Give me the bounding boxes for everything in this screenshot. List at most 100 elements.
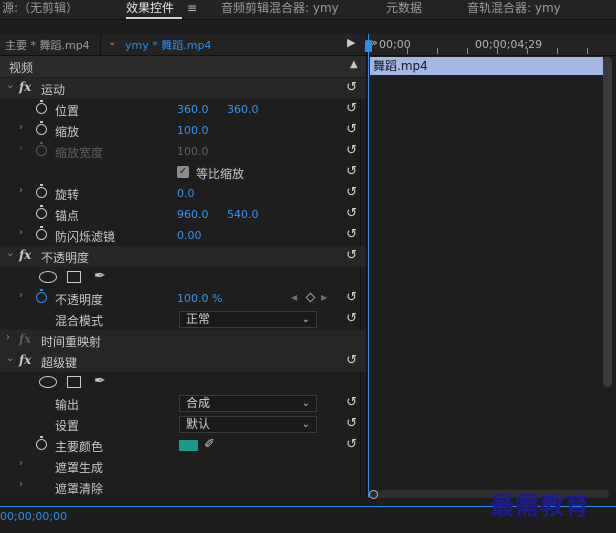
chevron-down-icon: ⌄ — [301, 314, 310, 325]
stopwatch-icon[interactable] — [36, 121, 47, 135]
clip-selector-bar: 主要 * 舞蹈.mp4 ymy * 舞蹈.mp4 ⌄ ▶ — [0, 34, 366, 56]
scale-label: 缩放 — [55, 125, 80, 139]
motion-title: 运动 — [41, 83, 66, 97]
stopwatch-icon[interactable] — [36, 184, 47, 198]
ultra-key-mask-row: ✒ — [0, 372, 366, 393]
reset-icon[interactable]: ↺ — [346, 417, 357, 430]
position-x-value[interactable]: 360.0 — [177, 103, 209, 116]
reset-icon[interactable]: ↺ — [346, 228, 357, 241]
playhead-handle[interactable] — [365, 40, 372, 52]
matte-generation-row[interactable]: › 遮罩生成 — [0, 456, 366, 477]
blend-mode-dropdown[interactable]: 正常 ⌄ — [179, 311, 317, 328]
eyedropper-icon[interactable]: ✐ — [204, 437, 215, 452]
reset-icon[interactable]: ↺ — [346, 102, 357, 115]
reset-icon[interactable]: ↺ — [346, 312, 357, 325]
next-keyframe-icon[interactable]: ▶ — [321, 293, 327, 302]
stopwatch-icon[interactable] — [36, 226, 47, 240]
anchor-label: 锚点 — [55, 209, 80, 223]
timeline-clip[interactable]: 舞蹈.mp4 — [370, 57, 603, 75]
reset-icon[interactable]: ↺ — [346, 81, 357, 94]
settings-dropdown[interactable]: 默认 ⌄ — [179, 416, 317, 433]
tab-source[interactable]: 源:（无剪辑） — [2, 0, 78, 19]
ultra-key-section-row[interactable]: ⌄ fx 超级键 ↺ — [0, 351, 366, 372]
anchor-y-value[interactable]: 540.0 — [227, 208, 259, 221]
chevron-right-icon[interactable]: › — [19, 227, 23, 238]
playhead-line[interactable] — [368, 34, 369, 498]
time-remap-section-row[interactable]: › fx 时间重映射 — [0, 330, 366, 351]
chevron-down-icon[interactable]: ⌄ — [6, 80, 14, 91]
ellipse-mask-icon[interactable] — [39, 271, 57, 283]
sequence-clip-label[interactable]: ymy * 舞蹈.mp4 — [125, 37, 211, 53]
key-color-swatch[interactable] — [179, 440, 198, 451]
reset-icon[interactable]: ↺ — [346, 186, 357, 199]
chevron-right-icon[interactable]: › — [6, 332, 10, 343]
matte-cleanup-label: 遮罩清除 — [55, 482, 104, 496]
watermark-logo: 最需教育 — [490, 491, 590, 520]
chevron-down-icon: ⌄ — [301, 419, 310, 430]
reset-icon[interactable]: ↺ — [346, 207, 357, 220]
opacity-section-row[interactable]: ⌄ fx 不透明度 ↺ — [0, 246, 366, 267]
fx-icon[interactable]: fx — [19, 80, 31, 94]
chevron-right-icon[interactable]: › — [19, 290, 23, 301]
double-arrow-icon[interactable]: » — [371, 36, 378, 49]
chevron-right-icon[interactable]: › — [19, 458, 23, 469]
effect-controls-panel: 视频 ▲ ⌄ fx 运动 ↺ 位置 360.0 360.0 ↺ › 缩放 100… — [0, 56, 366, 498]
reset-icon[interactable]: ↺ — [346, 396, 357, 409]
ruler-tick — [467, 48, 468, 54]
previous-keyframe-icon[interactable]: ◀ — [291, 293, 297, 302]
ellipse-mask-icon[interactable] — [39, 376, 57, 388]
reset-icon[interactable]: ↺ — [346, 144, 357, 157]
reset-icon[interactable]: ↺ — [346, 438, 357, 451]
output-label: 输出 — [55, 398, 80, 412]
chevron-right-icon[interactable]: › — [19, 185, 23, 196]
antiflicker-value[interactable]: 0.00 — [177, 229, 202, 242]
motion-section-row[interactable]: ⌄ fx 运动 ↺ — [0, 78, 366, 99]
key-color-label: 主要颜色 — [55, 440, 104, 454]
tab-audio-clip-mixer[interactable]: 音频剪辑混合器: ymy — [221, 0, 339, 19]
stopwatch-icon[interactable] — [36, 436, 47, 450]
vertical-scrollbar[interactable] — [603, 57, 612, 387]
reset-icon[interactable]: ↺ — [346, 249, 357, 262]
matte-generation-label: 遮罩生成 — [55, 461, 104, 475]
chevron-right-icon[interactable]: › — [19, 122, 23, 133]
time-ruler[interactable]: » 00;00 00;00;04;29 — [367, 34, 616, 56]
rotation-value[interactable]: 0.0 — [177, 187, 195, 200]
reset-icon[interactable]: ↺ — [346, 354, 357, 367]
output-dropdown[interactable]: 合成 ⌄ — [179, 395, 317, 412]
add-keyframe-icon[interactable] — [305, 292, 316, 303]
chevron-down-icon[interactable]: ⌄ — [6, 248, 14, 259]
opacity-value[interactable]: 100.0 % — [177, 292, 222, 305]
fx-icon[interactable]: fx — [19, 353, 31, 367]
pen-icon[interactable]: ✒ — [94, 373, 106, 389]
panel-tab-bar: 源:（无剪辑） 效果控件 ≡ 音频剪辑混合器: ymy 元数据 音轨混合器: y… — [0, 0, 616, 20]
tab-audio-track-mixer[interactable]: 音轨混合器: ymy — [467, 0, 561, 19]
chevron-down-icon[interactable]: ⌄ — [6, 353, 14, 364]
rectangle-mask-icon[interactable] — [67, 376, 81, 388]
play-arrow-icon[interactable]: ▶ — [347, 36, 355, 49]
master-clip-label[interactable]: 主要 * 舞蹈.mp4 — [5, 37, 90, 53]
collapse-up-icon[interactable]: ▲ — [350, 59, 358, 70]
chevron-right-icon[interactable]: › — [19, 479, 23, 490]
matte-cleanup-row[interactable]: › 遮罩清除 — [0, 477, 366, 498]
stopwatch-icon[interactable] — [36, 205, 47, 219]
stopwatch-icon[interactable] — [36, 100, 47, 114]
scale-width-row: › 缩放宽度 100.0 ↺ — [0, 141, 366, 162]
pen-icon[interactable]: ✒ — [94, 268, 106, 284]
position-y-value[interactable]: 360.0 — [227, 103, 259, 116]
rectangle-mask-icon[interactable] — [67, 271, 81, 283]
tab-metadata[interactable]: 元数据 — [386, 0, 422, 19]
anchor-x-value[interactable]: 960.0 — [177, 208, 209, 221]
reset-icon[interactable]: ↺ — [346, 291, 357, 304]
panel-menu-icon[interactable]: ≡ — [187, 0, 197, 16]
scale-value[interactable]: 100.0 — [177, 124, 209, 137]
stopwatch-icon[interactable] — [36, 289, 47, 303]
reset-icon[interactable]: ↺ — [346, 165, 357, 178]
opacity-label: 不透明度 — [55, 293, 104, 307]
reset-icon[interactable]: ↺ — [346, 123, 357, 136]
current-timecode[interactable]: 00;00;00;00 — [0, 510, 67, 523]
uniform-scale-checkbox[interactable]: ✓ — [177, 166, 189, 178]
zoom-handle-icon[interactable] — [369, 490, 378, 499]
chevron-down-icon[interactable]: ⌄ — [108, 37, 116, 48]
ruler-tick — [527, 48, 528, 54]
fx-icon[interactable]: fx — [19, 248, 31, 262]
